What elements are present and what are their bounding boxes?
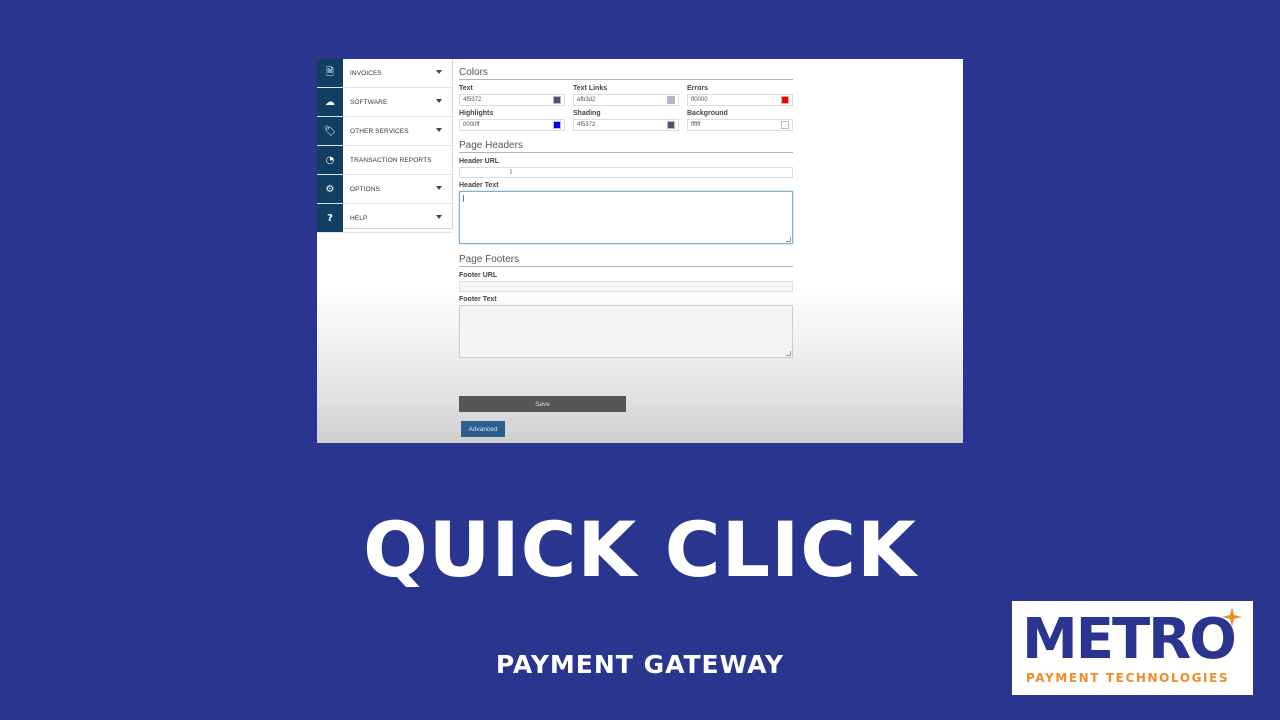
caret-down-icon (436, 215, 442, 219)
field-label: Text Links (573, 85, 608, 92)
field-value: 0000ff (463, 122, 480, 128)
header-text-label: Header Text (459, 182, 499, 189)
color-field-text-links: Text Links afb3d2 (573, 85, 679, 106)
sidebar-item-transaction-reports[interactable]: ◔ TRANSACTION REPORTS (317, 146, 452, 175)
color-field-highlights: Highlights 0000ff (459, 110, 565, 131)
footer-url-label: Footer URL (459, 272, 498, 279)
text-caret (463, 195, 464, 202)
caret-down-icon (436, 128, 442, 132)
sidebar-item-label: OPTIONS (350, 185, 380, 193)
settings-form: Colors Text 4f5372 Text Links afb3d2 Err… (459, 67, 793, 358)
color-swatch[interactable] (667, 96, 675, 104)
screenshot-panel: 🗎 INVOICES ☁ SOFTWARE 🏷 OTHER SERVICES ◔… (317, 59, 963, 443)
colors-section-title: Colors (459, 67, 793, 80)
logo-tagline: PAYMENT TECHNOLOGIES (1026, 671, 1230, 685)
field-value: 4f5372 (463, 97, 482, 103)
color-field-background: Background ffffff (687, 110, 793, 131)
field-label: Highlights (459, 110, 494, 117)
advanced-button[interactable]: Advanced (461, 421, 505, 437)
footer-url-input[interactable] (459, 281, 793, 292)
highlights-color-input[interactable]: 0000ff (459, 119, 565, 131)
sidebar-item-label: TRANSACTION REPORTS (350, 156, 432, 164)
sidebar-item-label: HELP (350, 214, 368, 222)
colors-row: Text 4f5372 Text Links afb3d2 Errors ff0… (459, 85, 793, 106)
field-value: 4f5372 (577, 122, 596, 128)
sidebar-item-software[interactable]: ☁ SOFTWARE (317, 88, 452, 117)
color-swatch[interactable] (553, 121, 561, 129)
sidebar-item-label: INVOICES (350, 69, 382, 77)
sidebar-item-other-services[interactable]: 🏷 OTHER SERVICES (317, 117, 452, 146)
color-field-errors: Errors ff0000 (687, 85, 793, 106)
field-label: Shading (573, 110, 601, 117)
sidebar-item-invoices[interactable]: 🗎 INVOICES (317, 59, 452, 88)
text-color-input[interactable]: 4f5372 (459, 94, 565, 106)
colors-row: Highlights 0000ff Shading 4f5372 Backgro… (459, 110, 793, 131)
errors-color-input[interactable]: ff0000 (687, 94, 793, 106)
footer-text-area[interactable] (459, 305, 793, 358)
page-headers-section-title: Page Headers (459, 140, 793, 153)
color-swatch[interactable] (781, 121, 789, 129)
metro-logo: METRO PAYMENT TECHNOLOGIES (1012, 601, 1253, 695)
gears-icon: ⚙ (317, 175, 343, 203)
sidebar-item-label: OTHER SERVICES (350, 127, 409, 135)
color-field-text: Text 4f5372 (459, 85, 565, 106)
header-url-label: Header URL (459, 158, 500, 165)
background-color-input[interactable]: ffffff (687, 119, 793, 131)
caret-down-icon (436, 70, 442, 74)
color-swatch[interactable] (667, 121, 675, 129)
sidebar-item-options[interactable]: ⚙ OPTIONS (317, 175, 452, 204)
tags-icon: 🏷 (317, 117, 343, 145)
sparkle-icon (1222, 607, 1242, 627)
pie-chart-icon: ◔ (317, 146, 343, 174)
resize-grip-icon[interactable] (786, 237, 791, 242)
footer-text-label: Footer Text (459, 296, 497, 303)
caret-down-icon (436, 186, 442, 190)
cloud-icon: ☁ (317, 88, 343, 116)
question-icon: ? (317, 204, 343, 232)
field-value: ff0000 (691, 97, 708, 103)
field-label: Errors (687, 85, 709, 92)
field-label: Text (459, 85, 473, 92)
color-field-shading: Shading 4f5372 (573, 110, 679, 131)
resize-grip-icon[interactable] (786, 351, 791, 356)
logo-wordmark: METRO (1022, 607, 1237, 672)
text-links-color-input[interactable]: afb3d2 (573, 94, 679, 106)
page-footers-section-title: Page Footers (459, 254, 793, 267)
sidebar-item-help[interactable]: ? HELP (317, 204, 452, 233)
header-text-area[interactable] (459, 191, 793, 244)
headline-title: QUICK CLICK (363, 505, 917, 594)
header-url-input[interactable]: I (459, 167, 793, 178)
color-swatch[interactable] (781, 96, 789, 104)
save-button[interactable]: Save (459, 396, 626, 412)
field-value: ffffff (691, 122, 701, 128)
sidebar: 🗎 INVOICES ☁ SOFTWARE 🏷 OTHER SERVICES ◔… (317, 59, 453, 233)
document-icon: 🗎 (317, 59, 343, 87)
text-cursor-icon: I (510, 169, 512, 176)
sidebar-item-label: SOFTWARE (350, 98, 388, 106)
field-label: Background (687, 110, 728, 117)
field-value: afb3d2 (577, 97, 596, 103)
caret-down-icon (436, 99, 442, 103)
color-swatch[interactable] (553, 96, 561, 104)
shading-color-input[interactable]: 4f5372 (573, 119, 679, 131)
